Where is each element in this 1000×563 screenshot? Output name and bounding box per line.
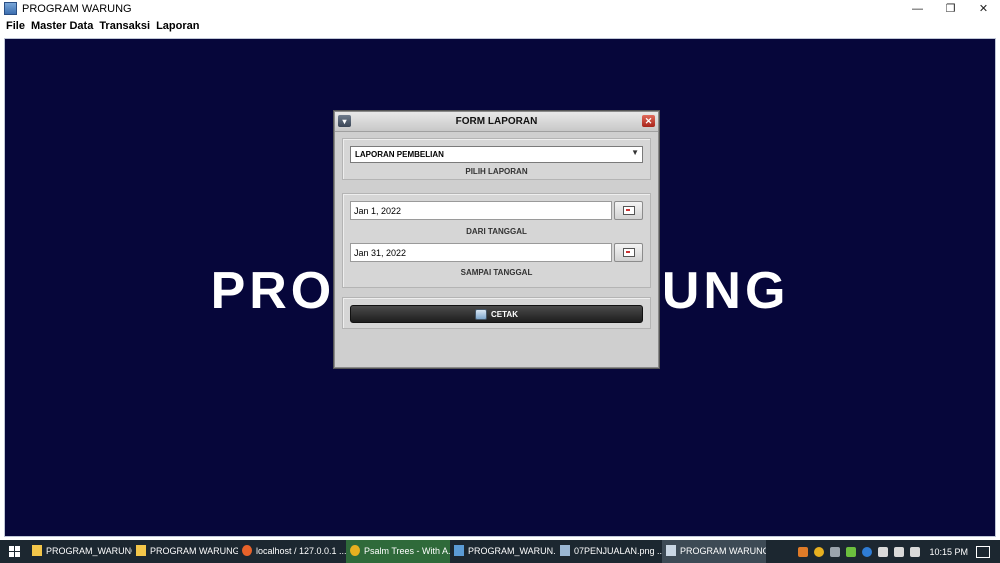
folder-icon [136, 545, 146, 556]
window-titlebar: PROGRAM WARUNG — ❐ ✕ [0, 0, 1000, 17]
avast-icon[interactable] [814, 546, 825, 557]
to-date-caption: SAMPAI TANGGAL [460, 268, 533, 277]
taskbar-item-label: PROGRAM WARUNG [680, 545, 766, 556]
taskbar-item-firefox[interactable]: localhost / 127.0.0.1 ... [238, 540, 346, 563]
taskbar-item-label: 07PENJUALAN.png ... [574, 545, 662, 556]
taskbar-item-label: PROGRAM WARUNG [150, 545, 238, 556]
cetak-label: CETAK [491, 309, 518, 319]
calendar-icon [622, 206, 635, 215]
to-date-value: Jan 31, 2022 [354, 247, 407, 258]
java-app-icon [4, 2, 17, 15]
dialog-menu-icon[interactable]: ▾ [338, 115, 351, 127]
report-type-value: LAPORAN PEMBELIAN [355, 150, 444, 159]
start-button[interactable] [0, 540, 28, 563]
window-controls: — ❐ ✕ [901, 0, 1000, 17]
chevron-down-icon[interactable]: ▼ [631, 148, 639, 157]
date-range-panel: Jan 1, 2022 DARI TANGGAL Jan 31, 2022 SA… [342, 193, 651, 288]
taskbar-clock[interactable]: 10:15 PM [929, 547, 968, 557]
from-date-calendar-button[interactable] [614, 201, 643, 220]
image-viewer-icon [560, 545, 570, 556]
taskbar-item-music[interactable]: Psalm Trees - With A... [346, 540, 450, 563]
restore-button[interactable]: ❐ [934, 0, 967, 17]
menu-file[interactable]: File [6, 20, 25, 32]
form-laporan-dialog: ▾ FORM LAPORAN ✕ LAPORAN PEMBELIAN ▼ PIL… [334, 111, 659, 368]
from-date-input[interactable]: Jan 1, 2022 [350, 201, 612, 220]
to-date-input[interactable]: Jan 31, 2022 [350, 243, 612, 262]
taskbar-item-label: localhost / 127.0.0.1 ... [256, 545, 346, 556]
report-select-caption: PILIH LAPORAN [465, 167, 528, 176]
firefox-icon [242, 545, 252, 556]
menu-laporan[interactable]: Laporan [156, 20, 199, 32]
to-date-calendar-button[interactable] [614, 243, 643, 262]
taskbar-item-netbeans[interactable]: PROGRAM_WARUN... [450, 540, 556, 563]
menu-transaksi[interactable]: Transaksi [99, 20, 150, 32]
close-button[interactable]: ✕ [967, 0, 1000, 17]
netbeans-icon [454, 545, 464, 556]
cetak-button[interactable]: CETAK [350, 305, 643, 323]
wifi-icon[interactable] [910, 546, 921, 557]
taskbar-item-java-app[interactable]: PROGRAM WARUNG [662, 540, 766, 563]
taskbar-item-label: PROGRAM_WARUN... [468, 545, 556, 556]
music-icon [350, 545, 360, 556]
window-title: PROGRAM WARUNG [22, 2, 132, 15]
dialog-close-icon[interactable]: ✕ [642, 115, 655, 127]
taskbar-item-label: Psalm Trees - With A... [364, 545, 450, 556]
volume-icon[interactable] [894, 546, 905, 557]
printer-icon [475, 308, 488, 320]
windows-logo-icon [8, 546, 20, 557]
from-date-value: Jan 1, 2022 [354, 205, 402, 216]
report-select-panel: LAPORAN PEMBELIAN ▼ PILIH LAPORAN [342, 138, 651, 180]
system-tray: 10:15 PM [795, 540, 1000, 563]
menu-bar: File Master Data Transaksi Laporan [0, 17, 1000, 34]
menu-master-data[interactable]: Master Data [31, 20, 93, 32]
calendar-icon [622, 248, 635, 257]
from-date-caption: DARI TANGGAL [466, 227, 527, 236]
folder-icon [32, 545, 42, 556]
report-type-select[interactable]: LAPORAN PEMBELIAN ▼ [350, 146, 643, 163]
minimize-button[interactable]: — [901, 0, 934, 17]
taskbar-item-label: PROGRAM_WARUNG [46, 545, 132, 556]
bluetooth-icon[interactable] [862, 546, 873, 557]
java-icon [666, 545, 676, 556]
dialog-title: FORM LAPORAN [455, 116, 538, 127]
dialog-titlebar: ▾ FORM LAPORAN ✕ [335, 112, 658, 132]
taskbar-item-folder-program-warung[interactable]: PROGRAM_WARUNG [28, 540, 132, 563]
windows-taskbar: PROGRAM_WARUNG PROGRAM WARUNG localhost … [0, 540, 1000, 563]
nvidia-icon[interactable] [846, 546, 857, 557]
xampp-icon[interactable] [798, 546, 809, 557]
taskbar-item-image-viewer[interactable]: 07PENJUALAN.png ... [556, 540, 662, 563]
keyboard-icon[interactable] [830, 546, 841, 557]
print-panel: CETAK [342, 297, 651, 329]
battery-icon[interactable] [878, 546, 889, 557]
taskbar-item-folder-program-warung-2[interactable]: PROGRAM WARUNG [132, 540, 238, 563]
notification-icon[interactable] [976, 545, 990, 558]
